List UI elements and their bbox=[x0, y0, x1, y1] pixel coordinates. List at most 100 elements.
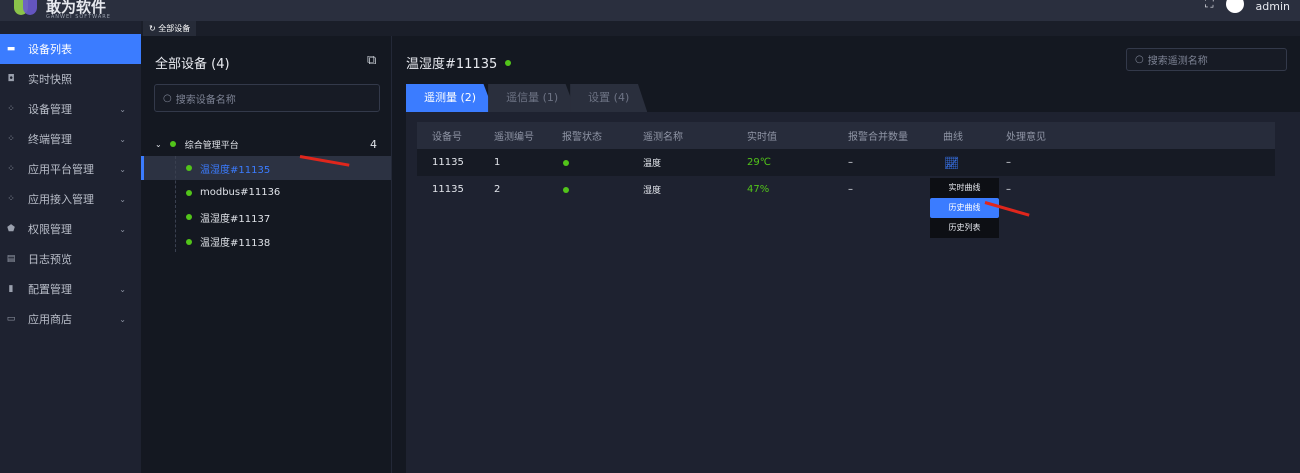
column-header: 设备号 bbox=[432, 132, 462, 143]
telemetry-table-area: 设备号 遥测编号 报警状态 遥测名称 实时值 报警合并数量 曲线 处理意见 11135 1 温… bbox=[406, 112, 1300, 473]
status-dot bbox=[169, 141, 176, 147]
cell-merge: – bbox=[848, 184, 853, 195]
alarm-status-dot bbox=[563, 186, 569, 193]
chevron-down-icon: ⌄ bbox=[119, 314, 126, 324]
column-header: 遥测名称 bbox=[643, 132, 683, 143]
sidebar-item-label: 应用接入管理 bbox=[28, 193, 94, 206]
sidebar-item[interactable]: ▮ 配置管理 ⌄ bbox=[0, 274, 141, 304]
search-icon: ○ bbox=[163, 92, 172, 104]
cell-no: 1 bbox=[494, 157, 501, 168]
telemetry-search-input[interactable]: ○ 搜索遥测名称 bbox=[1126, 48, 1287, 71]
device-title: 温湿度#11135 bbox=[406, 57, 498, 72]
page-tab-all-devices[interactable]: ↻ 全部设备 bbox=[143, 21, 197, 36]
cell-opinion: – bbox=[1006, 184, 1011, 195]
chevron-down-icon: ⌄ bbox=[119, 194, 126, 204]
device-detail-panel: 温湿度#11135 ○ 搜索遥测名称 遥测量 (2) 遥信量 (1) 设置 (4)… bbox=[393, 36, 1300, 473]
table-row: 11135 2 湿度 47% – – bbox=[417, 176, 1275, 203]
tree-guide-line bbox=[175, 156, 176, 252]
avatar[interactable] bbox=[1225, 0, 1244, 13]
sidebar-item-label: 应用平台管理 bbox=[28, 163, 94, 176]
sidebar-item-label: 设备管理 bbox=[28, 103, 72, 116]
tree-group[interactable]: ⌄ 综合管理平台 4 bbox=[141, 132, 391, 156]
tab-telemetry[interactable]: 遥测量 (2) bbox=[406, 84, 495, 112]
sidebar-item-label: 实时快照 bbox=[28, 73, 72, 86]
tree-device-item[interactable]: modbus#11136 bbox=[141, 181, 391, 205]
tab-signals[interactable]: 遥信量 (1) bbox=[488, 84, 577, 112]
cell-name: 湿度 bbox=[643, 186, 662, 196]
cell-value: 29℃ bbox=[747, 157, 771, 168]
sidebar-item-label: 终端管理 bbox=[28, 133, 72, 146]
sidebar-item[interactable]: ⁘ 应用平台管理 ⌄ bbox=[0, 154, 141, 184]
chevron-down-icon: ⌄ bbox=[119, 224, 126, 234]
online-status-dot bbox=[505, 59, 512, 66]
cell-device: 11135 bbox=[432, 157, 464, 168]
cell-opinion: – bbox=[1006, 157, 1011, 168]
cell-value: 47% bbox=[747, 184, 770, 195]
menu-item-realtime-curve[interactable]: 实时曲线 bbox=[930, 178, 999, 198]
device-search-input[interactable]: ○ 搜索设备名称 bbox=[154, 84, 380, 112]
device-label: modbus#11136 bbox=[200, 187, 281, 198]
sidebar-item-label: 配置管理 bbox=[28, 283, 72, 296]
sidebar-item[interactable]: ⁘ 设备管理 ⌄ bbox=[0, 94, 141, 124]
chevron-down-icon: ⌄ bbox=[119, 104, 126, 114]
document-icon: ▤ bbox=[6, 254, 16, 264]
status-dot bbox=[186, 165, 192, 171]
sidebar-item[interactable]: ⬟ 权限管理 ⌄ bbox=[0, 214, 141, 244]
tab-settings[interactable]: 设置 (4) bbox=[570, 84, 648, 112]
chevron-down-icon: ⌄ bbox=[119, 284, 126, 294]
shield-icon: ⬟ bbox=[7, 224, 15, 234]
sidebar-item[interactable]: ▤ 日志预览 bbox=[0, 244, 141, 274]
grid-icon: ⁘ bbox=[7, 134, 15, 144]
logo: 敢为软件 GANWEI SOFTWARE bbox=[14, 0, 111, 20]
tree-device-item[interactable]: 温湿度#11138 bbox=[141, 230, 391, 254]
column-header: 报警合并数量 bbox=[848, 132, 908, 143]
column-header: 遥测编号 bbox=[494, 132, 534, 143]
refresh-icon[interactable]: ↻ bbox=[149, 24, 156, 33]
tree-device-item[interactable]: 温湿度#11135 bbox=[141, 156, 391, 180]
search-placeholder: 搜索遥测名称 bbox=[1147, 56, 1208, 67]
cell-merge: – bbox=[848, 157, 853, 168]
group-count: 4 bbox=[370, 137, 377, 151]
device-label: 温湿度#11137 bbox=[200, 213, 271, 225]
sidebar-item-label: 权限管理 bbox=[28, 223, 72, 236]
page-tab-label: 全部设备 bbox=[158, 24, 191, 33]
cell-device: 11135 bbox=[432, 184, 464, 195]
logo-icon bbox=[14, 0, 40, 16]
table-header: 设备号 遥测编号 报警状态 遥测名称 实时值 报警合并数量 曲线 处理意见 bbox=[417, 122, 1275, 149]
logo-sub: GANWEI SOFTWARE bbox=[46, 14, 111, 20]
sidebar-item[interactable]: ⁘ 应用接入管理 ⌄ bbox=[0, 184, 141, 214]
group-label: 综合管理平台 bbox=[184, 140, 239, 151]
sidebar-item-label: 日志预览 bbox=[28, 253, 72, 266]
sidebar-item[interactable]: ⁘ 终端管理 ⌄ bbox=[0, 124, 141, 154]
device-label: 温湿度#11138 bbox=[200, 238, 271, 249]
top-header: 敢为软件 GANWEI SOFTWARE ⛶ admin bbox=[0, 0, 1300, 21]
store-icon: ▭ bbox=[6, 314, 16, 324]
menu-item-history-list[interactable]: 历史列表 bbox=[930, 218, 999, 238]
status-dot bbox=[186, 214, 192, 220]
status-dot bbox=[186, 189, 192, 196]
logo-text: 敢为软件 bbox=[46, 0, 107, 16]
sidebar-item-label: 设备列表 bbox=[28, 43, 72, 56]
monitor-icon: ▬ bbox=[6, 44, 16, 54]
sidebar-item[interactable]: ▭ 应用商店 ⌄ bbox=[0, 304, 141, 334]
fullscreen-icon[interactable]: ⛶ bbox=[1205, 0, 1213, 11]
external-link-icon[interactable]: ⧉ bbox=[367, 53, 376, 68]
alarm-status-dot bbox=[563, 159, 569, 166]
chart-line-icon[interactable]: 📈︎ bbox=[944, 156, 959, 170]
chevron-down-icon[interactable]: ⌄ bbox=[155, 140, 162, 149]
tree-device-item[interactable]: 温湿度#11137 bbox=[141, 205, 391, 229]
column-header: 处理意见 bbox=[1006, 132, 1046, 143]
camera-icon: ◘ bbox=[7, 74, 15, 84]
sidebar-item-label: 应用商店 bbox=[28, 313, 72, 326]
bookmark-icon: ▮ bbox=[8, 284, 14, 294]
device-label: 温湿度#11135 bbox=[200, 164, 271, 176]
sidebar-item[interactable]: ◘ 实时快照 bbox=[0, 64, 141, 94]
table-row: 11135 1 温度 29℃ – 📈︎ – bbox=[417, 149, 1275, 176]
cell-name: 温度 bbox=[643, 159, 662, 169]
username[interactable]: admin bbox=[1256, 0, 1290, 13]
device-tree-panel: 全部设备 (4) ⧉ ○ 搜索设备名称 ⌄ 综合管理平台 4 温湿度#11135 m… bbox=[141, 36, 392, 473]
chevron-down-icon: ⌄ bbox=[119, 134, 126, 144]
column-header: 报警状态 bbox=[562, 132, 602, 143]
sidebar: ▬ 设备列表 ◘ 实时快照 ⁘ 设备管理 ⌄ ⁘ 终端管理 ⌄ ⁘ 应用平台管理 ⌄ ⁘ 应用接入管理 ⌄ ⬟ 权… bbox=[0, 21, 141, 473]
sidebar-item[interactable]: ▬ 设备列表 bbox=[0, 34, 141, 64]
